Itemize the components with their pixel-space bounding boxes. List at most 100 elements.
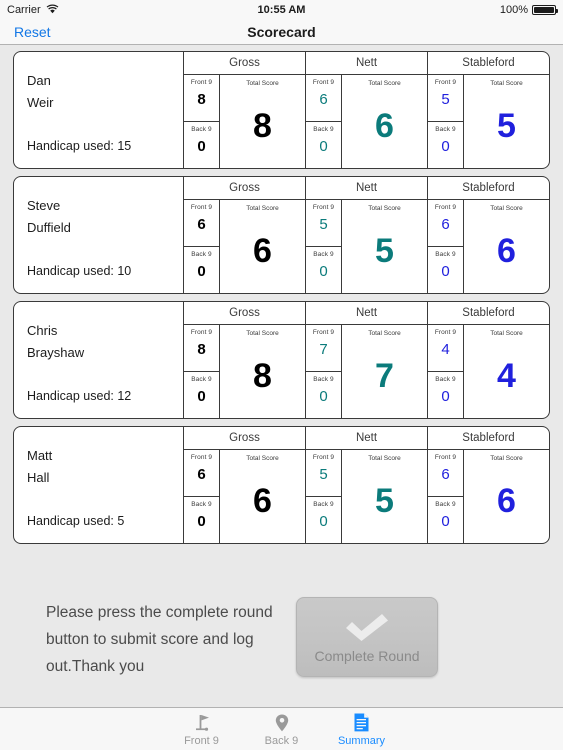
nett-halves: Front 9 7 Back 9 0	[306, 325, 342, 418]
nett-group: Nett Front 9 5 Back 9 0 Total Score 5	[306, 177, 428, 293]
status-bar-time: 10:55 AM	[257, 4, 306, 16]
nett-header: Nett	[306, 177, 427, 200]
stableford-back-value: 0	[441, 387, 450, 405]
stableford-halves: Front 9 6 Back 9 0	[428, 450, 464, 543]
total-label: Total Score	[490, 205, 523, 212]
gross-back: Back 9 0	[184, 372, 219, 419]
back-label: Back 9	[435, 125, 456, 133]
gross-front-value: 8	[197, 91, 206, 108]
player-card[interactable]: Steve Duffield Handicap used: 10 Gross F…	[13, 176, 550, 294]
gross-back: Back 9 0	[184, 247, 219, 294]
handicap-label: Handicap used: 10	[27, 264, 132, 278]
gross-total: Total Score 6	[220, 200, 305, 293]
tab-front-9-label: Front 9	[184, 734, 219, 747]
player-first-name: Steve	[27, 198, 61, 213]
back-label: Back 9	[191, 125, 212, 133]
nett-back-value: 0	[319, 262, 328, 280]
stableford-halves: Front 9 5 Back 9 0	[428, 75, 464, 168]
battery-full-icon	[532, 5, 558, 15]
stableford-total: Total Score 4	[464, 325, 549, 418]
total-label: Total Score	[246, 205, 279, 212]
handicap-label: Handicap used: 15	[27, 139, 132, 153]
gross-front: Front 9 8	[184, 325, 219, 372]
player-last-name: Weir	[27, 95, 54, 110]
total-label: Total Score	[490, 330, 523, 337]
nett-front: Front 9 6	[306, 75, 341, 122]
stableford-group: Stableford Front 9 6 Back 9 0 Total Scor…	[428, 177, 549, 293]
player-last-name: Hall	[27, 470, 50, 485]
nett-group: Nett Front 9 6 Back 9 0 Total Score 6	[306, 52, 428, 168]
front-label: Front 9	[190, 204, 213, 211]
player-info: Steve Duffield Handicap used: 10	[14, 177, 184, 293]
total-label: Total Score	[368, 205, 401, 212]
nett-total: Total Score 6	[342, 75, 427, 168]
scorecard-list[interactable]: Dan Weir Handicap used: 15 Gross Front 9…	[0, 45, 563, 577]
stableford-header: Stableford	[428, 427, 549, 450]
gross-header: Gross	[184, 177, 305, 200]
stableford-total: Total Score 6	[464, 450, 549, 543]
back-label: Back 9	[313, 500, 334, 508]
back-label: Back 9	[435, 250, 456, 258]
back-label: Back 9	[435, 375, 456, 383]
app-screen: Carrier 10:55 AM 100% Reset Scorecard Da…	[0, 0, 563, 750]
nett-back-value: 0	[319, 387, 328, 405]
tab-back-9[interactable]: Back 9	[242, 708, 322, 750]
gross-total-value: 8	[253, 107, 272, 145]
gross-total-value: 8	[253, 357, 272, 395]
nett-front: Front 9 7	[306, 325, 341, 372]
gross-back: Back 9 0	[184, 497, 219, 544]
gross-header: Gross	[184, 52, 305, 75]
tab-front-9[interactable]: Front 9	[162, 708, 242, 750]
nett-halves: Front 9 6 Back 9 0	[306, 75, 342, 168]
nett-total: Total Score 5	[342, 200, 427, 293]
nett-total: Total Score 5	[342, 450, 427, 543]
gross-front: Front 9 6	[184, 450, 219, 497]
handicap-label: Handicap used: 5	[27, 514, 125, 528]
gross-header: Gross	[184, 427, 305, 450]
checkmark-icon	[340, 610, 394, 646]
player-info: Chris Brayshaw Handicap used: 12	[14, 302, 184, 418]
back-label: Back 9	[191, 250, 212, 258]
handicap-label: Handicap used: 12	[27, 389, 132, 403]
gross-group: Gross Front 9 8 Back 9 0 Total Score 8	[184, 302, 306, 418]
stableford-back-value: 0	[441, 512, 450, 530]
map-pin-icon	[273, 712, 291, 734]
complete-round-button[interactable]: Complete Round	[296, 597, 438, 677]
gross-back-value: 0	[197, 137, 206, 155]
front-label: Front 9	[190, 79, 213, 86]
status-bar: Carrier 10:55 AM 100%	[0, 0, 563, 20]
complete-round-label: Complete Round	[314, 648, 420, 664]
nett-group: Nett Front 9 5 Back 9 0 Total Score 5	[306, 427, 428, 543]
nett-header: Nett	[306, 52, 427, 75]
player-card[interactable]: Chris Brayshaw Handicap used: 12 Gross F…	[13, 301, 550, 419]
gross-total-value: 6	[253, 482, 272, 520]
tab-summary[interactable]: Summary	[322, 708, 402, 750]
stableford-header: Stableford	[428, 52, 549, 75]
back-label: Back 9	[313, 250, 334, 258]
nett-halves: Front 9 5 Back 9 0	[306, 200, 342, 293]
stableford-front-value: 5	[441, 91, 450, 108]
player-card[interactable]: Matt Hall Handicap used: 5 Gross Front 9…	[13, 426, 550, 544]
instruction-text: Please press the complete round button t…	[46, 604, 273, 675]
nett-back: Back 9 0	[306, 247, 341, 294]
stableford-front: Front 9 5	[428, 75, 463, 122]
back-label: Back 9	[191, 375, 212, 383]
nett-group: Nett Front 9 7 Back 9 0 Total Score 7	[306, 302, 428, 418]
total-label: Total Score	[490, 455, 523, 462]
back-label: Back 9	[313, 125, 334, 133]
gross-front: Front 9 6	[184, 200, 219, 247]
stableford-back: Back 9 0	[428, 372, 463, 419]
total-label: Total Score	[368, 455, 401, 462]
total-label: Total Score	[490, 80, 523, 87]
gross-front-value: 8	[197, 341, 206, 358]
gross-front-value: 6	[197, 466, 206, 483]
player-info: Matt Hall Handicap used: 5	[14, 427, 184, 543]
stableford-back-value: 0	[441, 262, 450, 280]
player-first-name: Chris	[27, 323, 58, 338]
player-card[interactable]: Dan Weir Handicap used: 15 Gross Front 9…	[13, 51, 550, 169]
stableford-front-value: 4	[441, 341, 450, 358]
total-label: Total Score	[246, 455, 279, 462]
gross-group: Gross Front 9 6 Back 9 0 Total Score 6	[184, 427, 306, 543]
carrier-label: Carrier	[7, 4, 41, 16]
stableford-back-value: 0	[441, 137, 450, 155]
